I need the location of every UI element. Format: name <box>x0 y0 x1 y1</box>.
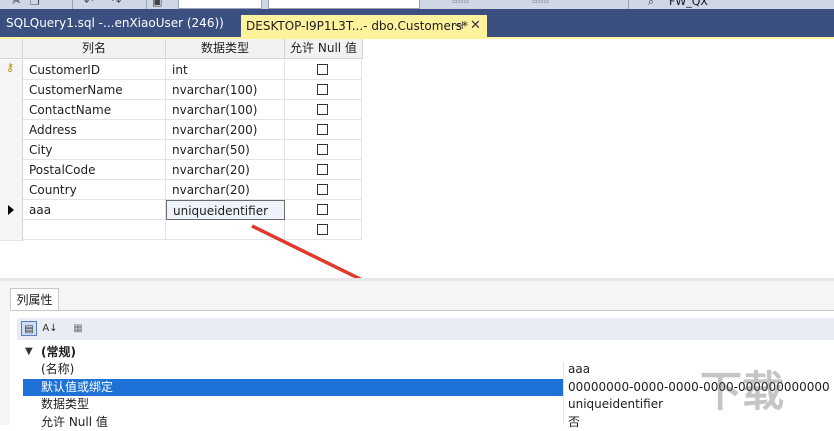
property-value[interactable]: 否 <box>568 414 580 431</box>
allow-null-cell[interactable] <box>285 80 362 100</box>
tab-table-designer[interactable]: DESKTOP-I9P1L3T...- dbo.Customers* ⊣ ✕ <box>241 15 487 37</box>
toolbar-combo[interactable] <box>268 0 420 9</box>
toolbar-small-label: ▭▭▭ <box>532 0 550 5</box>
tab-designer-label: DESKTOP-I9P1L3T...- dbo.Customers* <box>246 19 469 33</box>
column-name-cell[interactable]: Address <box>23 120 166 140</box>
redo-icon[interactable]: ↷ <box>112 0 121 8</box>
tab-column-properties[interactable]: 列属性 <box>10 288 59 311</box>
alphabetical-icon[interactable]: A↓ <box>42 321 58 336</box>
category-general[interactable]: ▼ (常规) <box>23 344 834 361</box>
pin-icon[interactable]: ⊣ <box>454 15 464 37</box>
allow-null-checkbox[interactable] <box>317 204 328 215</box>
column-name-cell[interactable]: aaa <box>23 200 166 220</box>
data-type-cell[interactable]: nvarchar(100) <box>166 100 285 120</box>
allow-null-checkbox[interactable] <box>317 224 328 235</box>
allow-null-cell[interactable] <box>285 140 362 160</box>
column-name-cell[interactable]: CustomerID <box>23 60 166 80</box>
property-value[interactable]: uniqueidentifier <box>568 396 663 413</box>
current-row-arrow-icon <box>8 205 14 215</box>
row-selector[interactable] <box>0 200 23 221</box>
data-type-cell[interactable]: nvarchar(200) <box>166 120 285 140</box>
column-grid: 列名 数据类型 允许 Null 值 ⚷ CustomerID int Customer… <box>0 39 363 242</box>
tab-sqlquery[interactable]: SQLQuery1.sql -...enXiaoUser (246)) <box>0 9 230 37</box>
toolbar-separator <box>628 0 629 9</box>
toolbar-dropdown[interactable] <box>178 0 262 9</box>
row-selector[interactable] <box>0 80 23 101</box>
row-selector[interactable] <box>0 180 23 201</box>
allow-null-cell[interactable] <box>285 200 362 220</box>
data-type-cell[interactable]: nvarchar(50) <box>166 140 285 160</box>
column-name-cell[interactable]: Country <box>23 180 166 200</box>
column-name-cell[interactable]: CustomerName <box>23 80 166 100</box>
toolbar-separator <box>72 0 73 9</box>
property-name: (名称) <box>41 362 75 376</box>
property-name: 数据类型 <box>41 397 90 411</box>
data-type-cell[interactable]: nvarchar(20) <box>166 180 285 200</box>
category-label: (常规) <box>41 345 76 359</box>
toolbar-separator <box>146 0 147 9</box>
cut-icon[interactable]: ✂ <box>12 0 21 8</box>
column-name-cell[interactable]: City <box>23 140 166 160</box>
toolbar: ✂ ❐ ↶ ↷ ▣ ▭▭▭ ▭▭▭ ⌕ FW_QX <box>0 0 834 9</box>
data-type-cell[interactable]: int <box>166 60 285 80</box>
allow-null-cell[interactable] <box>285 120 362 140</box>
undo-icon[interactable]: ↶ <box>84 0 93 8</box>
column-name-cell[interactable]: ContactName <box>23 100 166 120</box>
allow-null-checkbox[interactable] <box>317 84 328 95</box>
allow-null-cell[interactable] <box>285 220 362 240</box>
row-selector[interactable] <box>0 160 23 181</box>
properties-toolbar: ▤ A↓ ▦ <box>17 318 834 340</box>
column-name-cell[interactable] <box>23 220 166 240</box>
allow-null-checkbox[interactable] <box>317 124 328 135</box>
property-name: 允许 Null 值 <box>41 414 108 429</box>
search-icon[interactable]: ⌕ <box>648 0 654 8</box>
data-type-cell[interactable] <box>166 220 285 240</box>
row-selector[interactable] <box>0 100 23 121</box>
header-data-type[interactable]: 数据类型 <box>166 39 285 59</box>
property-value[interactable]: aaa <box>568 361 590 378</box>
copy-icon[interactable]: ❐ <box>30 0 40 8</box>
data-type-cell[interactable]: uniqueidentifier <box>166 200 285 220</box>
property-value[interactable]: 00000000-0000-0000-0000-000000000000 <box>568 379 830 396</box>
row-selector[interactable] <box>0 220 23 241</box>
toolbar-small-label: ▭▭▭ <box>452 0 470 5</box>
property-row[interactable]: 允许 Null 值 否 <box>23 414 834 431</box>
data-type-cell[interactable]: nvarchar(100) <box>166 80 285 100</box>
allow-null-cell[interactable] <box>285 100 362 120</box>
allow-null-cell[interactable] <box>285 60 362 80</box>
header-allow-null[interactable]: 允许 Null 值 <box>285 39 363 59</box>
row-selector-header <box>0 39 23 59</box>
row-selector[interactable] <box>0 120 23 141</box>
property-divider[interactable] <box>563 362 564 425</box>
header-column-name[interactable]: 列名 <box>23 39 166 59</box>
allow-null-cell[interactable] <box>285 180 362 200</box>
primary-key-icon: ⚷ <box>6 61 15 74</box>
search-input[interactable]: FW_QX <box>669 0 708 8</box>
allow-null-checkbox[interactable] <box>317 64 328 75</box>
allow-null-checkbox[interactable] <box>317 164 328 175</box>
watermark-logo: 下载 <box>700 367 785 416</box>
row-selector[interactable]: ⚷ <box>0 60 23 81</box>
collapse-icon[interactable]: ▼ <box>25 343 33 360</box>
row-selector[interactable] <box>0 140 23 161</box>
property-pages-icon[interactable]: ▦ <box>70 321 86 336</box>
close-icon[interactable]: ✕ <box>470 15 481 37</box>
allow-null-checkbox[interactable] <box>317 184 328 195</box>
allow-null-checkbox[interactable] <box>317 104 328 115</box>
categorized-icon[interactable]: ▤ <box>21 321 37 336</box>
allow-null-cell[interactable] <box>285 160 362 180</box>
property-name: 默认值或绑定 <box>41 379 114 394</box>
data-type-cell[interactable]: nvarchar(20) <box>166 160 285 180</box>
allow-null-checkbox[interactable] <box>317 144 328 155</box>
window-icon[interactable]: ▣ <box>152 0 162 8</box>
column-name-cell[interactable]: PostalCode <box>23 160 166 180</box>
